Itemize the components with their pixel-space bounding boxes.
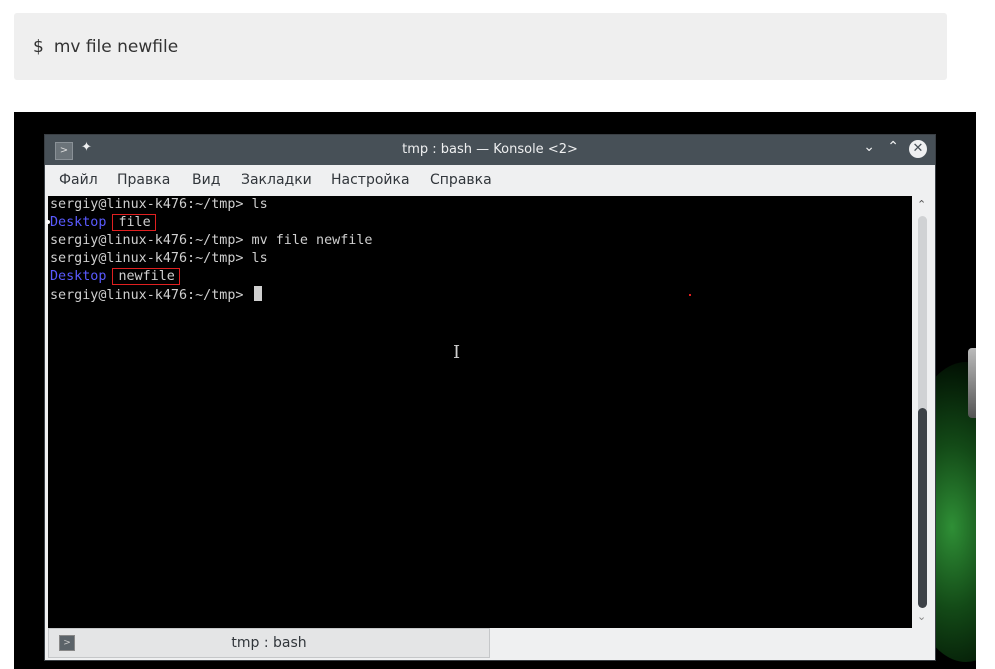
wallpaper-bulb bbox=[968, 348, 976, 418]
scrollbar[interactable]: ⌃ ⌄ bbox=[913, 196, 933, 628]
ibeam-cursor-icon: I bbox=[453, 342, 461, 363]
shell-command: mv file newfile bbox=[53, 37, 179, 57]
prompt: sergiy@linux-k476:~/tmp> bbox=[50, 197, 244, 212]
terminal-line: sergiy@linux-k476:~/tmp> ls bbox=[50, 196, 268, 214]
code-snippet: $ mv file newfile bbox=[14, 13, 947, 80]
close-button[interactable]: ✕ bbox=[909, 140, 927, 158]
terminal-line: Desktop file bbox=[50, 214, 156, 232]
shell-prompt-symbol: $ bbox=[33, 37, 44, 57]
maximize-button[interactable]: ⌃ bbox=[887, 139, 899, 155]
tab-bash[interactable]: > tmp : bash bbox=[48, 628, 490, 658]
terminal-output[interactable]: sergiy@linux-k476:~/tmp> ls Desktop file … bbox=[46, 196, 912, 628]
text-cursor bbox=[253, 286, 262, 301]
desktop-screenshot: > ✦ tmp : bash — Konsole <2> ⌄ ⌃ ✕ Файл … bbox=[14, 112, 976, 669]
menu-bar: Файл Правка Вид Закладки Настройка Справ… bbox=[45, 165, 935, 195]
directory-entry: Desktop bbox=[50, 215, 107, 230]
menu-view[interactable]: Вид bbox=[192, 172, 220, 188]
command: mv file newfile bbox=[243, 233, 373, 248]
terminal-line: sergiy@linux-k476:~/tmp> ls bbox=[50, 250, 268, 268]
prompt: sergiy@linux-k476:~/tmp> bbox=[50, 233, 244, 248]
highlighted-file: newfile bbox=[112, 268, 180, 285]
menu-file[interactable]: Файл bbox=[59, 172, 98, 188]
directory-entry: Desktop bbox=[50, 269, 107, 284]
prompt: sergiy@linux-k476:~/tmp> bbox=[50, 251, 244, 266]
prompt: sergiy@linux-k476:~/tmp> bbox=[50, 288, 244, 303]
terminal-line: Desktop newfile bbox=[50, 268, 180, 286]
title-bar[interactable]: > ✦ tmp : bash — Konsole <2> ⌄ ⌃ ✕ bbox=[45, 135, 935, 165]
menu-settings[interactable]: Настройка bbox=[331, 172, 410, 188]
terminal-line: sergiy@linux-k476:~/tmp> mv file newfile bbox=[50, 232, 372, 250]
command: ls bbox=[243, 251, 268, 266]
scroll-thumb[interactable] bbox=[918, 408, 927, 608]
stray-pixel bbox=[689, 294, 691, 296]
minimize-button[interactable]: ⌄ bbox=[863, 139, 875, 155]
highlighted-file: file bbox=[112, 214, 156, 231]
scroll-up-icon[interactable]: ⌃ bbox=[917, 198, 926, 211]
command bbox=[243, 288, 251, 303]
tab-label: tmp : bash bbox=[231, 635, 307, 651]
scroll-down-icon[interactable]: ⌄ bbox=[917, 610, 926, 623]
window-title: tmp : bash — Konsole <2> bbox=[402, 142, 578, 157]
menu-help[interactable]: Справка bbox=[430, 172, 492, 188]
code-line: $ mv file newfile bbox=[33, 37, 178, 57]
terminal-line: sergiy@linux-k476:~/tmp> bbox=[50, 286, 262, 305]
tab-bar: > tmp : bash bbox=[45, 628, 935, 660]
menu-edit[interactable]: Правка bbox=[117, 172, 170, 188]
konsole-window: > ✦ tmp : bash — Konsole <2> ⌄ ⌃ ✕ Файл … bbox=[44, 134, 936, 661]
menu-bookmarks[interactable]: Закладки bbox=[241, 172, 312, 188]
command: ls bbox=[243, 197, 268, 212]
